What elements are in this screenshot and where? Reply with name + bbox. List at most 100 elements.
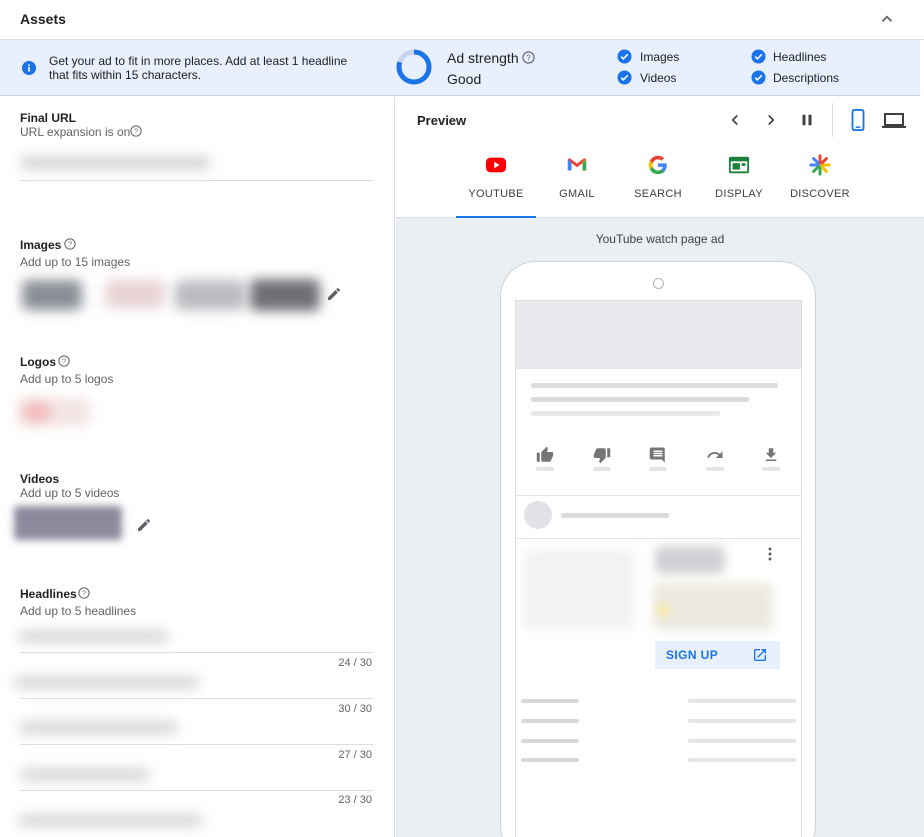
desktop-device-icon[interactable] — [882, 111, 906, 131]
discover-icon — [809, 154, 831, 176]
tab-gmail[interactable]: GMAIL — [537, 151, 617, 217]
divider — [20, 698, 373, 699]
help-icon[interactable]: ? — [78, 587, 90, 599]
check-label-headlines: Headlines — [773, 50, 827, 64]
info-icon — [22, 61, 36, 75]
placeholder-bar — [762, 467, 780, 471]
logos-title: Logos — [20, 355, 56, 369]
help-icon[interactable]: ? — [130, 125, 142, 137]
ad-strength-label: Ad strength — [447, 50, 519, 66]
char-count: 30 / 30 — [338, 703, 372, 715]
google-icon — [648, 155, 667, 175]
headline-field[interactable] — [18, 814, 203, 827]
images-title: Images — [20, 238, 62, 252]
svg-text:?: ? — [134, 127, 138, 136]
image-thumbnail[interactable] — [175, 280, 245, 310]
final-url-subtitle: URL expansion is on — [20, 125, 131, 139]
chevron-left-icon[interactable] — [726, 111, 744, 129]
open-in-new-icon — [754, 649, 766, 661]
edit-pencil-icon[interactable] — [326, 286, 342, 302]
headline-field[interactable] — [18, 721, 178, 734]
placeholder-line — [688, 758, 796, 762]
tab-youtube[interactable]: YOUTUBE — [456, 151, 536, 218]
download-icon — [765, 448, 777, 461]
check-label-videos: Videos — [640, 71, 677, 85]
help-icon[interactable]: ? — [522, 51, 535, 64]
headline-field[interactable] — [20, 768, 150, 781]
ad-image — [524, 549, 634, 629]
tab-display[interactable]: DISPLAY — [699, 151, 779, 217]
divider — [516, 538, 801, 539]
phone-camera — [653, 278, 664, 289]
placeholder-bar — [706, 467, 724, 471]
divider — [20, 744, 373, 745]
ad-strength-value: Good — [447, 71, 482, 87]
headlines-subtitle: Add up to 5 headlines — [20, 604, 137, 618]
help-icon[interactable]: ? — [58, 355, 70, 367]
image-thumbnail[interactable] — [22, 280, 82, 310]
placeholder-bar — [536, 467, 554, 471]
asset-editor: Final URL URL expansion is on ? Images ?… — [0, 97, 395, 837]
check-circle-icon — [751, 49, 766, 64]
comment-icon — [649, 447, 665, 463]
images-subtitle: Add up to 15 images — [20, 255, 131, 269]
svg-text:?: ? — [62, 357, 66, 366]
divider — [20, 652, 373, 653]
divider — [832, 103, 833, 137]
char-count: 23 / 30 — [338, 794, 372, 806]
divider — [20, 790, 373, 791]
divider — [20, 180, 373, 181]
placeholder-bar — [649, 467, 667, 471]
more-vert-icon[interactable] — [768, 547, 772, 561]
thumbs-down-icon — [593, 448, 611, 464]
preview-title: Preview — [417, 113, 467, 128]
help-icon[interactable]: ? — [64, 238, 76, 250]
placeholder-line — [688, 719, 796, 723]
ad-accent — [656, 603, 670, 617]
sign-up-button[interactable]: SIGN UP — [655, 641, 780, 669]
check-circle-icon — [751, 70, 766, 85]
chevron-up-icon[interactable] — [878, 10, 896, 28]
tab-label: DISCOVER — [790, 188, 850, 200]
headline-field[interactable] — [14, 676, 199, 689]
image-thumbnail[interactable] — [250, 279, 320, 311]
char-count: 24 / 30 — [338, 657, 372, 669]
image-thumbnail[interactable] — [105, 280, 165, 308]
ad-text — [653, 583, 773, 631]
pause-icon[interactable] — [798, 111, 816, 129]
chevron-right-icon[interactable] — [762, 111, 780, 129]
video-thumbnail[interactable] — [14, 506, 122, 540]
svg-text:?: ? — [82, 589, 86, 598]
assets-panel: Assets Get your ad to fit in more places… — [0, 0, 924, 837]
youtube-icon — [485, 157, 507, 173]
preview-toolbar: Preview YOUTUBE GMAIL SEARCH DISPLAY DIS… — [396, 97, 924, 218]
edit-pencil-icon[interactable] — [136, 517, 152, 533]
placeholder-bar — [593, 467, 611, 471]
divider — [516, 495, 801, 496]
share-icon — [707, 451, 723, 458]
tab-search[interactable]: SEARCH — [618, 151, 698, 217]
gmail-icon — [567, 158, 587, 171]
ad-logo — [655, 546, 725, 574]
tab-label: GMAIL — [559, 188, 595, 200]
title-placeholder — [531, 383, 778, 388]
char-count: 27 / 30 — [338, 749, 372, 761]
headline-field[interactable] — [18, 630, 168, 643]
placeholder-line — [521, 739, 579, 743]
ad-strength-banner: Get your ad to fit in more places. Add a… — [0, 40, 920, 96]
final-url-title: Final URL — [20, 111, 76, 125]
preview-canvas: YouTube watch page ad SIGN UP — [396, 218, 924, 837]
tab-discover[interactable]: DISCOVER — [780, 151, 860, 217]
ad-strength-ring — [396, 49, 432, 85]
final-url-field[interactable] — [20, 156, 210, 170]
preview-caption: YouTube watch page ad — [595, 232, 725, 246]
tab-label: YOUTUBE — [468, 188, 524, 200]
check-label-images: Images — [640, 50, 680, 64]
assets-header[interactable]: Assets — [0, 0, 924, 40]
thumbs-up-icon — [536, 446, 554, 462]
videos-subtitle: Add up to 5 videos — [20, 486, 120, 500]
logo-mark — [24, 403, 50, 421]
mobile-device-icon[interactable] — [849, 109, 867, 131]
svg-text:?: ? — [68, 240, 72, 249]
check-circle-icon — [617, 49, 632, 64]
